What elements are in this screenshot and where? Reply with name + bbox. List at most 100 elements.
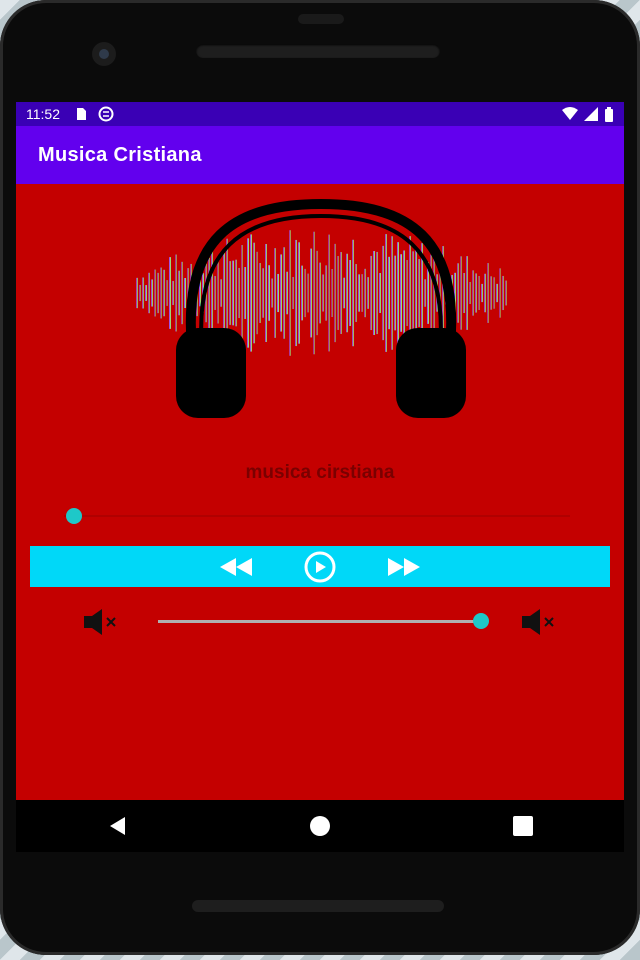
wave-bar xyxy=(388,256,390,330)
wave-bar xyxy=(328,234,330,352)
wave-bar xyxy=(139,284,141,302)
volume-fill xyxy=(158,620,482,623)
play-icon xyxy=(304,551,336,582)
wave-bar xyxy=(364,268,366,318)
wave-bar xyxy=(457,263,459,323)
recents-button[interactable] xyxy=(503,806,543,846)
wave-bar xyxy=(235,259,237,327)
wave-bar xyxy=(466,256,468,330)
wave-bar xyxy=(217,262,219,324)
app-bar: Musica Cristiana xyxy=(16,126,624,184)
rewind-icon xyxy=(220,557,252,576)
wave-bar xyxy=(289,230,291,356)
fast-forward-icon xyxy=(388,557,420,576)
wave-bar xyxy=(307,273,309,313)
wave-bar xyxy=(373,251,375,335)
volume-mute-icon xyxy=(84,609,116,635)
wave-bar xyxy=(184,278,186,308)
battery-icon xyxy=(605,106,613,122)
app-title: Musica Cristiana xyxy=(38,143,202,166)
wave-bar xyxy=(274,248,276,338)
playback-controls xyxy=(30,546,610,587)
wave-bar xyxy=(385,234,387,352)
home-button[interactable] xyxy=(300,806,340,846)
wave-bar xyxy=(334,243,336,343)
bottom-speaker xyxy=(192,900,444,912)
back-button[interactable] xyxy=(97,806,137,846)
fast-forward-button[interactable] xyxy=(379,549,429,585)
seek-bar[interactable] xyxy=(64,505,570,527)
wave-bar xyxy=(265,243,267,343)
wave-bar xyxy=(469,281,471,305)
wave-bar xyxy=(253,242,255,344)
navigation-bar xyxy=(16,800,624,852)
wave-bar xyxy=(340,252,342,334)
wave-bar xyxy=(463,272,465,314)
wave-bar xyxy=(460,256,462,330)
wave-bar xyxy=(211,250,213,336)
wave-bar xyxy=(418,259,420,327)
wave-bar xyxy=(286,271,288,315)
play-button[interactable] xyxy=(295,549,345,585)
wave-bar xyxy=(136,277,138,309)
home-icon xyxy=(309,816,330,836)
wave-bar xyxy=(145,285,147,301)
wave-bar xyxy=(268,265,270,321)
back-icon xyxy=(110,817,126,835)
volume-mute-button[interactable] xyxy=(80,606,120,638)
wave-bar xyxy=(343,277,345,309)
volume-max-button[interactable] xyxy=(518,606,558,638)
wave-bar xyxy=(484,273,486,313)
wave-bar xyxy=(394,255,396,331)
wave-bar xyxy=(166,280,168,306)
signal-icon xyxy=(584,107,598,121)
wave-bar xyxy=(505,280,507,306)
wave-bar xyxy=(148,272,150,314)
seek-thumb[interactable] xyxy=(66,508,83,524)
wave-bar xyxy=(313,231,315,355)
volume-slider[interactable] xyxy=(158,610,490,632)
wave-bar xyxy=(391,236,393,350)
wave-bar xyxy=(214,276,216,310)
wave-bar xyxy=(172,281,174,305)
wave-bar xyxy=(229,261,231,325)
volume-row xyxy=(16,602,624,642)
wave-bar xyxy=(175,254,177,332)
wave-bar xyxy=(424,279,426,307)
wave-bar xyxy=(487,263,489,323)
volume-thumb[interactable] xyxy=(473,613,490,629)
wave-bar xyxy=(481,283,483,303)
wave-bar xyxy=(142,277,144,309)
wave-bar xyxy=(370,255,372,331)
wave-bar xyxy=(298,242,300,344)
wave-bar xyxy=(238,267,240,319)
wave-bar xyxy=(223,251,225,335)
wave-bar xyxy=(310,248,312,338)
wave-bar xyxy=(283,247,285,339)
wave-bar xyxy=(433,254,435,332)
wave-bar xyxy=(151,279,153,307)
wave-bar xyxy=(337,256,339,330)
wave-bar xyxy=(478,276,480,310)
wave-bar xyxy=(163,269,165,317)
headphones-equalizer-artwork xyxy=(136,198,507,418)
wave-bar xyxy=(280,254,282,332)
wave-bar xyxy=(322,274,324,312)
wave-bar xyxy=(376,251,378,335)
wave-bar xyxy=(292,276,294,310)
wave-bar xyxy=(346,253,348,333)
wave-bar xyxy=(496,283,498,303)
wave-bar xyxy=(349,260,351,326)
wave-bar xyxy=(361,274,363,312)
wave-bar xyxy=(352,239,354,347)
wave-bar xyxy=(160,267,162,319)
recents-icon xyxy=(512,816,533,836)
wave-bar xyxy=(499,268,501,318)
top-speaker xyxy=(196,44,440,58)
rewind-button[interactable] xyxy=(211,549,261,585)
wave-bar xyxy=(319,262,321,324)
wave-bar xyxy=(490,276,492,310)
wave-bar xyxy=(256,251,258,335)
wave-bar xyxy=(472,270,474,316)
wave-bar xyxy=(493,277,495,309)
